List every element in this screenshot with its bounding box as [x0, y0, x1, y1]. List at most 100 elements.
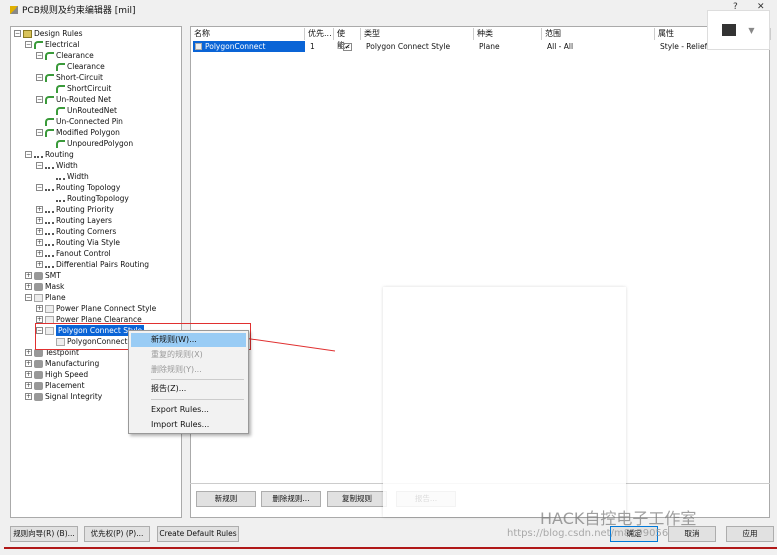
- tree-item-label: Design Rules: [34, 29, 83, 38]
- expander-icon[interactable]: +: [25, 283, 32, 290]
- menu-item[interactable]: Export Rules...: [131, 403, 246, 417]
- column-header[interactable]: 优先...: [305, 28, 334, 40]
- bottom-button[interactable]: 优先权(P) (P)...: [84, 526, 150, 542]
- cell-type: Polygon Connect Style: [366, 42, 451, 51]
- expander-icon[interactable]: −: [36, 184, 43, 191]
- tree-item[interactable]: Width: [47, 171, 89, 182]
- column-header[interactable]: 使能...: [334, 28, 361, 50]
- tree-item-label: Routing: [45, 150, 74, 159]
- tree-item-label: Manufacturing: [45, 359, 100, 368]
- expander-icon[interactable]: −: [25, 151, 32, 158]
- tree-item[interactable]: + Power Plane Connect Style: [36, 303, 156, 314]
- column-header[interactable]: 名称: [191, 28, 305, 40]
- menu-item[interactable]: 新规则(W)...: [131, 333, 246, 347]
- tree-item-label: Routing Corners: [56, 227, 117, 236]
- cell-name[interactable]: PolygonConnect: [193, 41, 305, 52]
- expander-icon[interactable]: −: [14, 30, 21, 37]
- electrical-icon: [45, 117, 54, 126]
- expander-icon[interactable]: −: [25, 294, 32, 301]
- dialog-button[interactable]: 应用: [726, 526, 774, 542]
- tree-item[interactable]: + Routing Layers: [36, 215, 112, 226]
- routing-icon: [45, 240, 54, 246]
- tree-item[interactable]: − Short-Circuit: [36, 72, 103, 83]
- expander-icon[interactable]: +: [36, 261, 43, 268]
- expander-icon[interactable]: +: [25, 393, 32, 400]
- tree-item[interactable]: − Design Rules: [14, 28, 83, 39]
- tree-item[interactable]: + SMT: [25, 270, 61, 281]
- rules-tree[interactable]: − Design Rules − Electrical − Clearance Cleara…: [10, 26, 182, 518]
- expander-icon[interactable]: +: [36, 228, 43, 235]
- menu-item[interactable]: 重复的规则(X): [131, 348, 246, 362]
- tree-item-label: Placement: [45, 381, 85, 390]
- tree-item[interactable]: Clearance: [47, 61, 105, 72]
- expander-icon[interactable]: −: [36, 74, 43, 81]
- main-button[interactable]: 删除规则...: [261, 491, 321, 507]
- tree-item[interactable]: Un-Connected Pin: [36, 116, 123, 127]
- expander-icon[interactable]: +: [36, 239, 43, 246]
- bottom-button[interactable]: 规则向导(R) (B)...: [10, 526, 78, 542]
- tree-item[interactable]: + Manufacturing: [25, 358, 99, 369]
- expander-icon[interactable]: +: [25, 382, 32, 389]
- tree-item[interactable]: − Routing: [25, 149, 74, 160]
- expander-icon[interactable]: +: [25, 371, 32, 378]
- tree-item[interactable]: RoutingTopology: [47, 193, 129, 204]
- tree-item[interactable]: − Clearance: [36, 50, 94, 61]
- main-button[interactable]: 新规则: [196, 491, 256, 507]
- tree-item[interactable]: − Un-Routed Net: [36, 94, 111, 105]
- expander-icon[interactable]: +: [25, 349, 32, 356]
- tree-item[interactable]: + Signal Integrity: [25, 391, 102, 402]
- divider-red: [4, 547, 777, 549]
- tree-item[interactable]: + High Speed: [25, 369, 88, 380]
- routing-icon: [56, 196, 65, 202]
- menu-item[interactable]: 删除规则(Y)...: [131, 363, 246, 377]
- chevron-down-icon[interactable]: ▼: [748, 26, 754, 35]
- expander-icon[interactable]: +: [36, 206, 43, 213]
- mask-icon: [34, 282, 43, 291]
- tree-item[interactable]: + Routing Via Style: [36, 237, 120, 248]
- tree-item[interactable]: + Mask: [25, 281, 64, 292]
- routing-icon: [45, 251, 54, 257]
- expander-icon[interactable]: +: [25, 360, 32, 367]
- expander-icon[interactable]: +: [36, 217, 43, 224]
- expander-icon[interactable]: −: [36, 129, 43, 136]
- column-header[interactable]: 范围: [542, 28, 655, 40]
- tree-item[interactable]: UnRoutedNet: [47, 105, 117, 116]
- watermark: HACK自控电子工作室: [540, 509, 697, 528]
- tree-item-label: Routing Topology: [56, 183, 121, 192]
- expander-icon[interactable]: −: [36, 96, 43, 103]
- tree-item-label: Width: [56, 161, 78, 170]
- image-widget[interactable]: ▼: [707, 10, 770, 50]
- tree-item[interactable]: − Modified Polygon: [36, 127, 120, 138]
- tree-item-label: High Speed: [45, 370, 89, 379]
- tree-item[interactable]: UnpouredPolygon: [47, 138, 133, 149]
- tree-item-label: Un-Connected Pin: [56, 117, 123, 126]
- tree-item[interactable]: + Fanout Control: [36, 248, 111, 259]
- folder-icon: [23, 29, 32, 38]
- expander-icon[interactable]: +: [36, 316, 43, 323]
- tree-item[interactable]: ShortCircuit: [47, 83, 111, 94]
- column-header[interactable]: 种类: [474, 28, 542, 40]
- expander-icon[interactable]: +: [36, 250, 43, 257]
- menu-item[interactable]: Import Rules...: [131, 418, 246, 432]
- column-header[interactable]: 类型: [361, 28, 474, 40]
- enabled-checkbox[interactable]: ✔: [343, 43, 352, 51]
- expander-icon[interactable]: +: [25, 272, 32, 279]
- expander-icon[interactable]: −: [36, 52, 43, 59]
- tree-item-label: SMT: [45, 271, 61, 280]
- expander-icon[interactable]: +: [36, 305, 43, 312]
- menu-separator: [151, 379, 244, 380]
- main-button[interactable]: 复制规则: [327, 491, 387, 507]
- tree-item[interactable]: − Electrical: [25, 39, 79, 50]
- tree-item[interactable]: + Placement: [25, 380, 85, 391]
- bottom-button[interactable]: Create Default Rules: [157, 526, 239, 542]
- menu-item[interactable]: 报告(Z)...: [131, 382, 246, 396]
- tree-item[interactable]: − Plane: [25, 292, 66, 303]
- expander-icon[interactable]: −: [25, 41, 32, 48]
- tree-item[interactable]: − Routing Topology: [36, 182, 120, 193]
- tree-item-label: UnRoutedNet: [67, 106, 117, 115]
- tree-item[interactable]: + Differential Pairs Routing: [36, 259, 149, 270]
- tree-item[interactable]: − Width: [36, 160, 78, 171]
- tree-item[interactable]: + Routing Priority: [36, 204, 114, 215]
- tree-item[interactable]: + Routing Corners: [36, 226, 116, 237]
- expander-icon[interactable]: −: [36, 162, 43, 169]
